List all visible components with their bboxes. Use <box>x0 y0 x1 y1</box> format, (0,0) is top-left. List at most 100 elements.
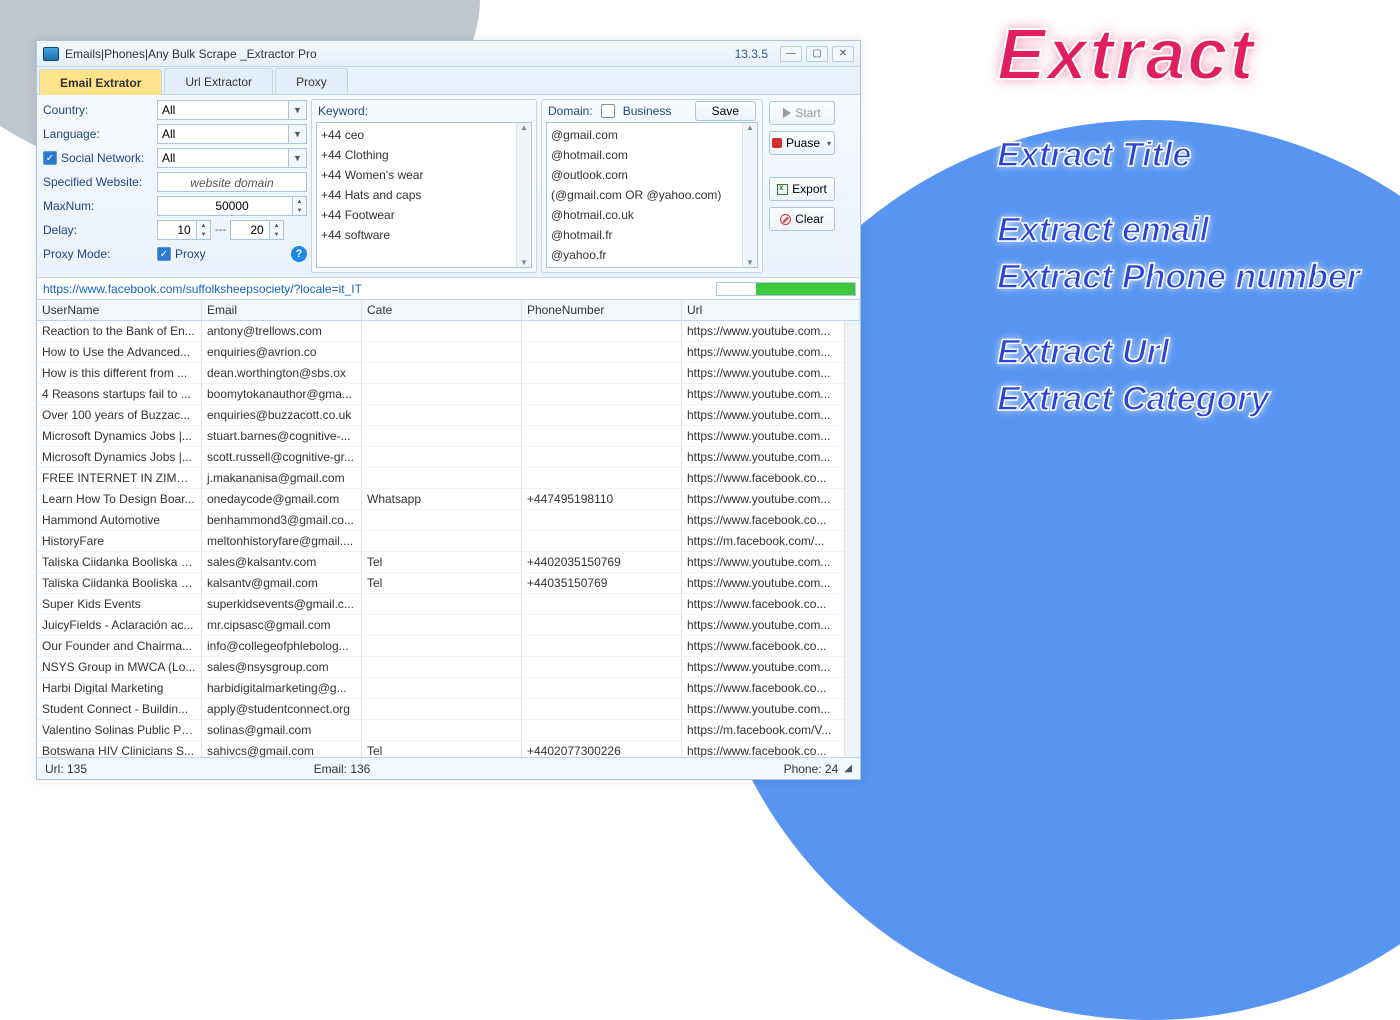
col-cate[interactable]: Cate <box>362 300 522 320</box>
cell <box>522 363 682 383</box>
cell: Learn How To Design Boar... <box>37 489 202 509</box>
keyword-item[interactable]: +44 Clothing <box>321 145 527 165</box>
delay-to-input[interactable]: 20▲▼ <box>230 220 284 240</box>
cell: Over 100 years of Buzzac... <box>37 405 202 425</box>
table-row[interactable]: Student Connect - Buildin...apply@studen… <box>37 699 860 720</box>
domain-item[interactable]: @gmail.com <box>551 125 753 145</box>
cell <box>362 468 522 488</box>
table-row[interactable]: Botswana HIV Clinicians S...sahivcs@gmai… <box>37 741 860 757</box>
table-row[interactable]: FREE INTERNET IN ZIMBA...j.makananisa@gm… <box>37 468 860 489</box>
domain-item[interactable]: @hotmail.co.uk <box>551 205 753 225</box>
cell: Tel <box>362 573 522 593</box>
table-row[interactable]: Microsoft Dynamics Jobs |...stuart.barne… <box>37 426 860 447</box>
maximize-button[interactable]: ▢ <box>806 46 828 62</box>
grid-scrollbar[interactable] <box>844 321 860 757</box>
cell <box>362 636 522 656</box>
maxnum-label: MaxNum: <box>41 199 157 213</box>
pause-icon <box>772 138 782 148</box>
table-row[interactable]: Harbi Digital Marketingharbidigitalmarke… <box>37 678 860 699</box>
table-row[interactable]: Learn How To Design Boar...onedaycode@gm… <box>37 489 860 510</box>
table-row[interactable]: HistoryFaremeltonhistoryfare@gmail....ht… <box>37 531 860 552</box>
domain-item[interactable]: (@gmail.com OR @yahoo.com) <box>551 185 753 205</box>
cell: https://www.facebook.co... <box>682 678 860 698</box>
start-button[interactable]: Start <box>769 101 835 125</box>
save-button[interactable]: Save <box>695 101 756 121</box>
delay-from-input[interactable]: 10▲▼ <box>157 220 211 240</box>
site-input[interactable]: website domain <box>157 172 307 192</box>
keyword-item[interactable]: +44 ceo <box>321 125 527 145</box>
table-row[interactable]: Our Founder and Chairma...info@collegeof… <box>37 636 860 657</box>
promo-headline: Extract <box>997 14 1360 96</box>
grid-body[interactable]: Reaction to the Bank of En...antony@trel… <box>37 321 860 757</box>
keyword-item[interactable]: +44 Women's wear <box>321 165 527 185</box>
table-row[interactable]: Taliska Ciidanka Booliska S...kalsantv@g… <box>37 573 860 594</box>
col-email[interactable]: Email <box>202 300 362 320</box>
tab-email-extractor[interactable]: Email Extrator <box>39 69 162 95</box>
table-row[interactable]: Reaction to the Bank of En...antony@trel… <box>37 321 860 342</box>
table-row[interactable]: 4 Reasons startups fail to ...boomytokan… <box>37 384 860 405</box>
pause-button[interactable]: Puase <box>769 131 835 155</box>
domain-item[interactable]: @hotmail.com <box>551 145 753 165</box>
keyword-item[interactable]: +44 Footwear <box>321 205 527 225</box>
titlebar: Emails|Phones|Any Bulk Scrape _Extractor… <box>37 41 860 67</box>
cell: https://www.facebook.co... <box>682 594 860 614</box>
cell: Reaction to the Bank of En... <box>37 321 202 341</box>
table-row[interactable]: How to Use the Advanced...enquiries@avri… <box>37 342 860 363</box>
cell: https://www.facebook.co... <box>682 468 860 488</box>
cell: sales@kalsantv.com <box>202 552 362 572</box>
business-checkbox[interactable] <box>601 104 615 118</box>
keyword-label: Keyword: <box>318 104 368 118</box>
table-row[interactable]: JuicyFields - Aclaración ac...mr.cipsasc… <box>37 615 860 636</box>
domain-listbox[interactable]: @gmail.com @hotmail.com @outlook.com (@g… <box>547 123 757 267</box>
table-row[interactable]: NSYS Group in MWCA (Lo...sales@nsysgroup… <box>37 657 860 678</box>
scrollbar[interactable]: ▲▼ <box>742 123 757 267</box>
maxnum-input[interactable]: 50000▲▼ <box>157 196 307 216</box>
cell: JuicyFields - Aclaración ac... <box>37 615 202 635</box>
scrollbar[interactable]: ▲▼ <box>516 123 531 267</box>
country-select[interactable]: All▼ <box>157 100 307 120</box>
table-row[interactable]: How is this different from ...dean.worth… <box>37 363 860 384</box>
controls-area: Country: All▼ Language: All▼ ✓Social Net… <box>37 95 860 278</box>
chevron-down-icon: ▼ <box>288 101 306 119</box>
cell <box>522 510 682 530</box>
cell <box>522 699 682 719</box>
cell <box>362 363 522 383</box>
language-select[interactable]: All▼ <box>157 124 307 144</box>
cell: boomytokanauthor@gma... <box>202 384 362 404</box>
promo-item: Extract Title <box>997 136 1360 175</box>
cell <box>522 342 682 362</box>
cell <box>362 615 522 635</box>
promo-list: Extract Title Extract email Extract Phon… <box>997 136 1360 419</box>
social-network-checkbox[interactable]: ✓ <box>43 151 57 165</box>
keyword-item[interactable]: +44 Hats and caps <box>321 185 527 205</box>
cell: Taliska Ciidanka Booliska S... <box>37 573 202 593</box>
col-url[interactable]: Url <box>682 300 860 320</box>
domain-item[interactable]: @outlook.com <box>551 165 753 185</box>
table-row[interactable]: Over 100 years of Buzzac...enquiries@buz… <box>37 405 860 426</box>
tab-proxy[interactable]: Proxy <box>275 68 348 94</box>
keyword-item[interactable]: +44 software <box>321 225 527 245</box>
cell <box>362 678 522 698</box>
col-username[interactable]: UserName <box>37 300 202 320</box>
table-row[interactable]: Taliska Ciidanka Booliska S...sales@kals… <box>37 552 860 573</box>
domain-item[interactable]: @hotmail.fr <box>551 225 753 245</box>
table-row[interactable]: Super Kids Eventssuperkidsevents@gmail.c… <box>37 594 860 615</box>
close-button[interactable]: ✕ <box>832 46 854 62</box>
cell <box>522 720 682 740</box>
table-row[interactable]: Hammond Automotivebenhammond3@gmail.co..… <box>37 510 860 531</box>
help-icon[interactable]: ? <box>291 246 307 262</box>
clear-button[interactable]: Clear <box>769 207 835 231</box>
tab-url-extractor[interactable]: Url Extractor <box>164 68 273 94</box>
domain-item[interactable]: @yahoo.fr <box>551 245 753 265</box>
cell: https://www.youtube.com... <box>682 321 860 341</box>
cell <box>362 699 522 719</box>
social-network-select[interactable]: All▼ <box>157 148 307 168</box>
minimize-button[interactable]: — <box>780 46 802 62</box>
proxy-checkbox[interactable]: ✓ <box>157 247 171 261</box>
cell <box>362 531 522 551</box>
table-row[interactable]: Valentino Solinas Public Pa...solinas@gm… <box>37 720 860 741</box>
table-row[interactable]: Microsoft Dynamics Jobs |...scott.russel… <box>37 447 860 468</box>
col-phone[interactable]: PhoneNumber <box>522 300 682 320</box>
keyword-listbox[interactable]: +44 ceo +44 Clothing +44 Women's wear +4… <box>317 123 531 247</box>
export-button[interactable]: Export <box>769 177 835 201</box>
